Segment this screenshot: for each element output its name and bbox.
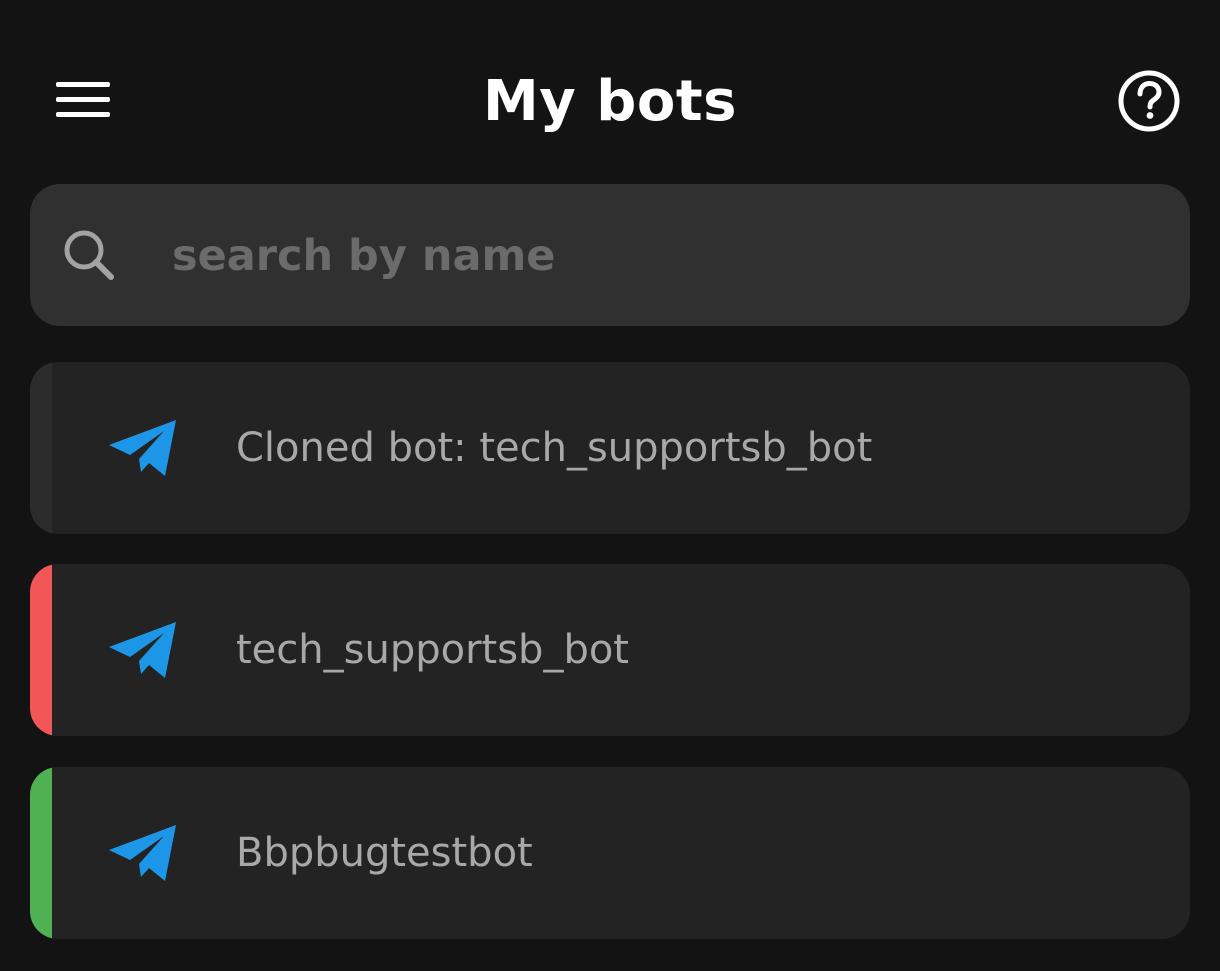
bot-status-stripe bbox=[30, 767, 52, 939]
bot-list-item-tech-supportsb-bot[interactable]: tech_supportsb_bot bbox=[30, 564, 1190, 736]
search-input[interactable] bbox=[172, 214, 1132, 298]
help-button[interactable] bbox=[1116, 68, 1182, 134]
bot-list-item-bbpbugtestbot[interactable]: Bbpbugtestbot bbox=[30, 767, 1190, 939]
telegram-paper-plane-icon bbox=[109, 622, 176, 678]
bot-status-stripe bbox=[30, 564, 52, 736]
telegram-paper-plane-icon bbox=[109, 825, 176, 881]
help-circle-icon bbox=[1118, 70, 1180, 132]
bot-name: Bbpbugtestbot bbox=[236, 830, 533, 876]
bot-list-item-cloned-tech-supportsb-bot[interactable]: Cloned bot: tech_supportsb_bot bbox=[30, 362, 1190, 534]
bot-name: tech_supportsb_bot bbox=[236, 627, 629, 673]
page-title: My bots bbox=[483, 69, 737, 134]
telegram-paper-plane-icon bbox=[109, 420, 176, 476]
bot-list: Cloned bot: tech_supportsb_bot tech_supp… bbox=[30, 362, 1190, 940]
bot-name: Cloned bot: tech_supportsb_bot bbox=[236, 425, 873, 471]
search-icon bbox=[64, 230, 114, 280]
app-header: My bots bbox=[0, 0, 1220, 184]
menu-button[interactable] bbox=[54, 80, 112, 120]
bot-status-stripe bbox=[30, 362, 52, 534]
